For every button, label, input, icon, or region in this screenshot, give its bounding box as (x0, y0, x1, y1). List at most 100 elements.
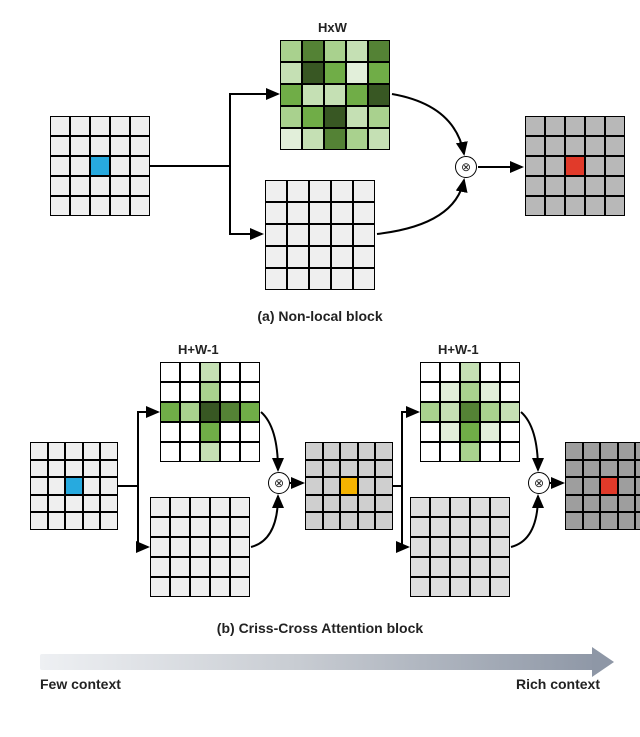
cell (100, 495, 118, 513)
cell (420, 362, 440, 382)
cell (460, 382, 480, 402)
cell (130, 116, 150, 136)
cell (324, 128, 346, 150)
cell (375, 477, 393, 495)
cell (180, 442, 200, 462)
cell (420, 382, 440, 402)
cell (420, 402, 440, 422)
gradient-arrow-icon (40, 654, 600, 670)
cell (565, 477, 583, 495)
cell (90, 116, 110, 136)
cell (545, 176, 565, 196)
cell (160, 422, 180, 442)
cell (600, 460, 618, 478)
cell (583, 512, 601, 530)
cell (618, 495, 636, 513)
cell (490, 557, 510, 577)
cell (309, 246, 331, 268)
cell (420, 442, 440, 462)
cell (90, 196, 110, 216)
cell (240, 382, 260, 402)
cell (605, 196, 625, 216)
cell (450, 497, 470, 517)
cell (565, 136, 585, 156)
cell (287, 202, 309, 224)
cell (309, 180, 331, 202)
cell (340, 477, 358, 495)
cell (280, 106, 302, 128)
cell (210, 537, 230, 557)
cell (305, 442, 323, 460)
cell (460, 402, 480, 422)
cell (353, 246, 375, 268)
cell (585, 136, 605, 156)
matmul-icon: ⊗ (455, 156, 477, 178)
cell (600, 442, 618, 460)
panel-non-local: HxW ⊗ (30, 20, 610, 300)
cell (110, 156, 130, 176)
cell (65, 495, 83, 513)
cell (346, 84, 368, 106)
cell (460, 362, 480, 382)
cell (305, 477, 323, 495)
cell (324, 62, 346, 84)
cell (346, 128, 368, 150)
label-hw1-1: H+W-1 (178, 342, 219, 357)
cell (230, 537, 250, 557)
cell (210, 557, 230, 577)
cell (525, 176, 545, 196)
cell (480, 382, 500, 402)
cell (430, 517, 450, 537)
cell (65, 442, 83, 460)
cell (346, 40, 368, 62)
cell (585, 196, 605, 216)
cell (470, 577, 490, 597)
cell (353, 180, 375, 202)
cell (583, 460, 601, 478)
cell (30, 512, 48, 530)
cell (460, 422, 480, 442)
cell (30, 495, 48, 513)
cell (545, 196, 565, 216)
caption-b: (b) Criss-Cross Attention block (30, 620, 610, 636)
cell (323, 460, 341, 478)
cell (210, 497, 230, 517)
cell (605, 156, 625, 176)
cell (170, 557, 190, 577)
cell (200, 382, 220, 402)
attention-cross-1 (160, 362, 260, 462)
cell (490, 577, 510, 597)
caption-a: (a) Non-local block (30, 308, 610, 324)
cell (430, 557, 450, 577)
cell (410, 577, 430, 597)
cell (346, 62, 368, 84)
cell (70, 196, 90, 216)
legend-right: Rich context (516, 676, 600, 692)
cell (353, 202, 375, 224)
cell (353, 224, 375, 246)
matmul-icon-1: ⊗ (268, 472, 290, 494)
cell (50, 116, 70, 136)
cell (440, 402, 460, 422)
cell (331, 268, 353, 290)
cell (240, 402, 260, 422)
cell (65, 477, 83, 495)
cell (220, 382, 240, 402)
cell (635, 442, 640, 460)
cell (368, 128, 390, 150)
cell (130, 176, 150, 196)
cell (583, 477, 601, 495)
cell (220, 402, 240, 422)
cell (585, 116, 605, 136)
cell (287, 224, 309, 246)
matmul-icon-2: ⊗ (528, 472, 550, 494)
cell (368, 106, 390, 128)
cell (450, 517, 470, 537)
cell (200, 422, 220, 442)
cell (635, 495, 640, 513)
cell (100, 442, 118, 460)
cell (150, 497, 170, 517)
cell (265, 246, 287, 268)
cell (440, 362, 460, 382)
cell (90, 176, 110, 196)
